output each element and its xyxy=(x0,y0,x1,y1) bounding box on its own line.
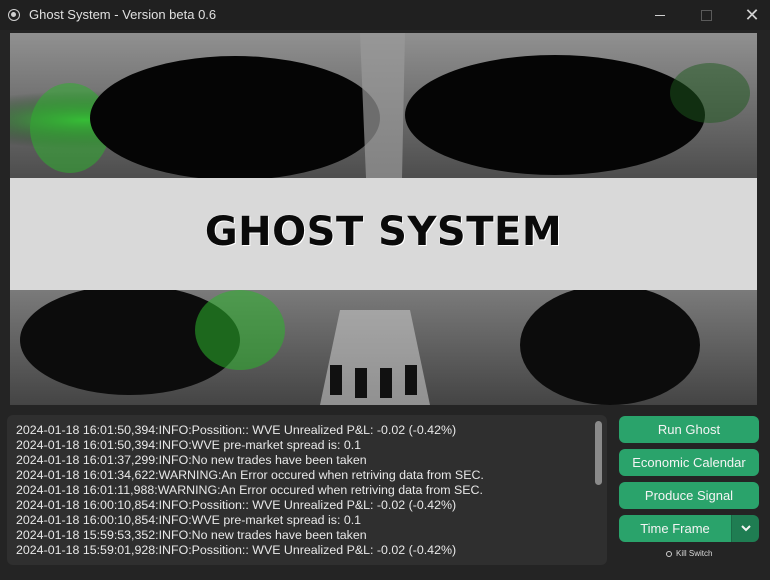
log-output-panel[interactable]: 2024-01-18 16:01:50,394:INFO:Possition::… xyxy=(7,415,607,565)
title-bar: Ghost System - Version beta 0.6 ✕ xyxy=(0,0,770,30)
log-line: 2024-01-18 15:59:53,352:INFO:No new trad… xyxy=(16,528,367,542)
log-lines: 2024-01-18 16:01:50,394:INFO:Possition::… xyxy=(16,423,484,558)
log-line: 2024-01-18 16:01:50,394:INFO:WVE pre-mar… xyxy=(16,438,362,452)
log-line: 2024-01-18 16:01:37,299:INFO:No new trad… xyxy=(16,453,367,467)
log-line: 2024-01-18 16:00:10,854:INFO:Possition::… xyxy=(16,498,457,512)
log-scrollbar[interactable] xyxy=(595,421,602,485)
run-ghost-button[interactable]: Run Ghost xyxy=(619,416,759,443)
log-line: 2024-01-18 16:01:50,394:INFO:Possition::… xyxy=(16,423,457,437)
banner-title: GHOST SYSTEM xyxy=(204,209,563,255)
maximize-icon xyxy=(700,9,712,21)
skull-bottom-image xyxy=(10,290,757,405)
log-line: 2024-01-18 16:00:10,854:INFO:WVE pre-mar… xyxy=(16,513,362,527)
minimize-icon xyxy=(655,14,665,16)
log-line: 2024-01-18 16:01:11,988:WARNING:An Error… xyxy=(16,483,483,497)
minimize-button[interactable] xyxy=(637,0,683,30)
log-line: 2024-01-18 15:59:01,928:INFO:Possition::… xyxy=(16,543,457,557)
app-logo-icon xyxy=(8,9,20,21)
close-icon: ✕ xyxy=(744,4,760,25)
banner-image: GHOST SYSTEM xyxy=(10,33,757,405)
log-line: 2024-01-18 16:01:34,622:WARNING:An Error… xyxy=(16,468,484,482)
time-frame-dropdown[interactable]: Time Frame xyxy=(619,515,759,542)
economic-calendar-button[interactable]: Economic Calendar xyxy=(619,449,759,476)
kill-switch-radio[interactable]: Kill Switch xyxy=(666,549,712,558)
window-title: Ghost System - Version beta 0.6 xyxy=(29,7,217,22)
produce-signal-button[interactable]: Produce Signal xyxy=(619,482,759,509)
radio-icon[interactable] xyxy=(666,550,672,557)
time-frame-label[interactable]: Time Frame xyxy=(619,515,731,542)
time-frame-dropdown-toggle[interactable] xyxy=(731,515,759,542)
maximize-button[interactable] xyxy=(683,0,729,30)
chevron-down-icon xyxy=(740,525,751,532)
kill-switch-label: Kill Switch xyxy=(676,549,713,558)
close-button[interactable]: ✕ xyxy=(729,0,770,30)
skull-top-image xyxy=(10,33,757,178)
